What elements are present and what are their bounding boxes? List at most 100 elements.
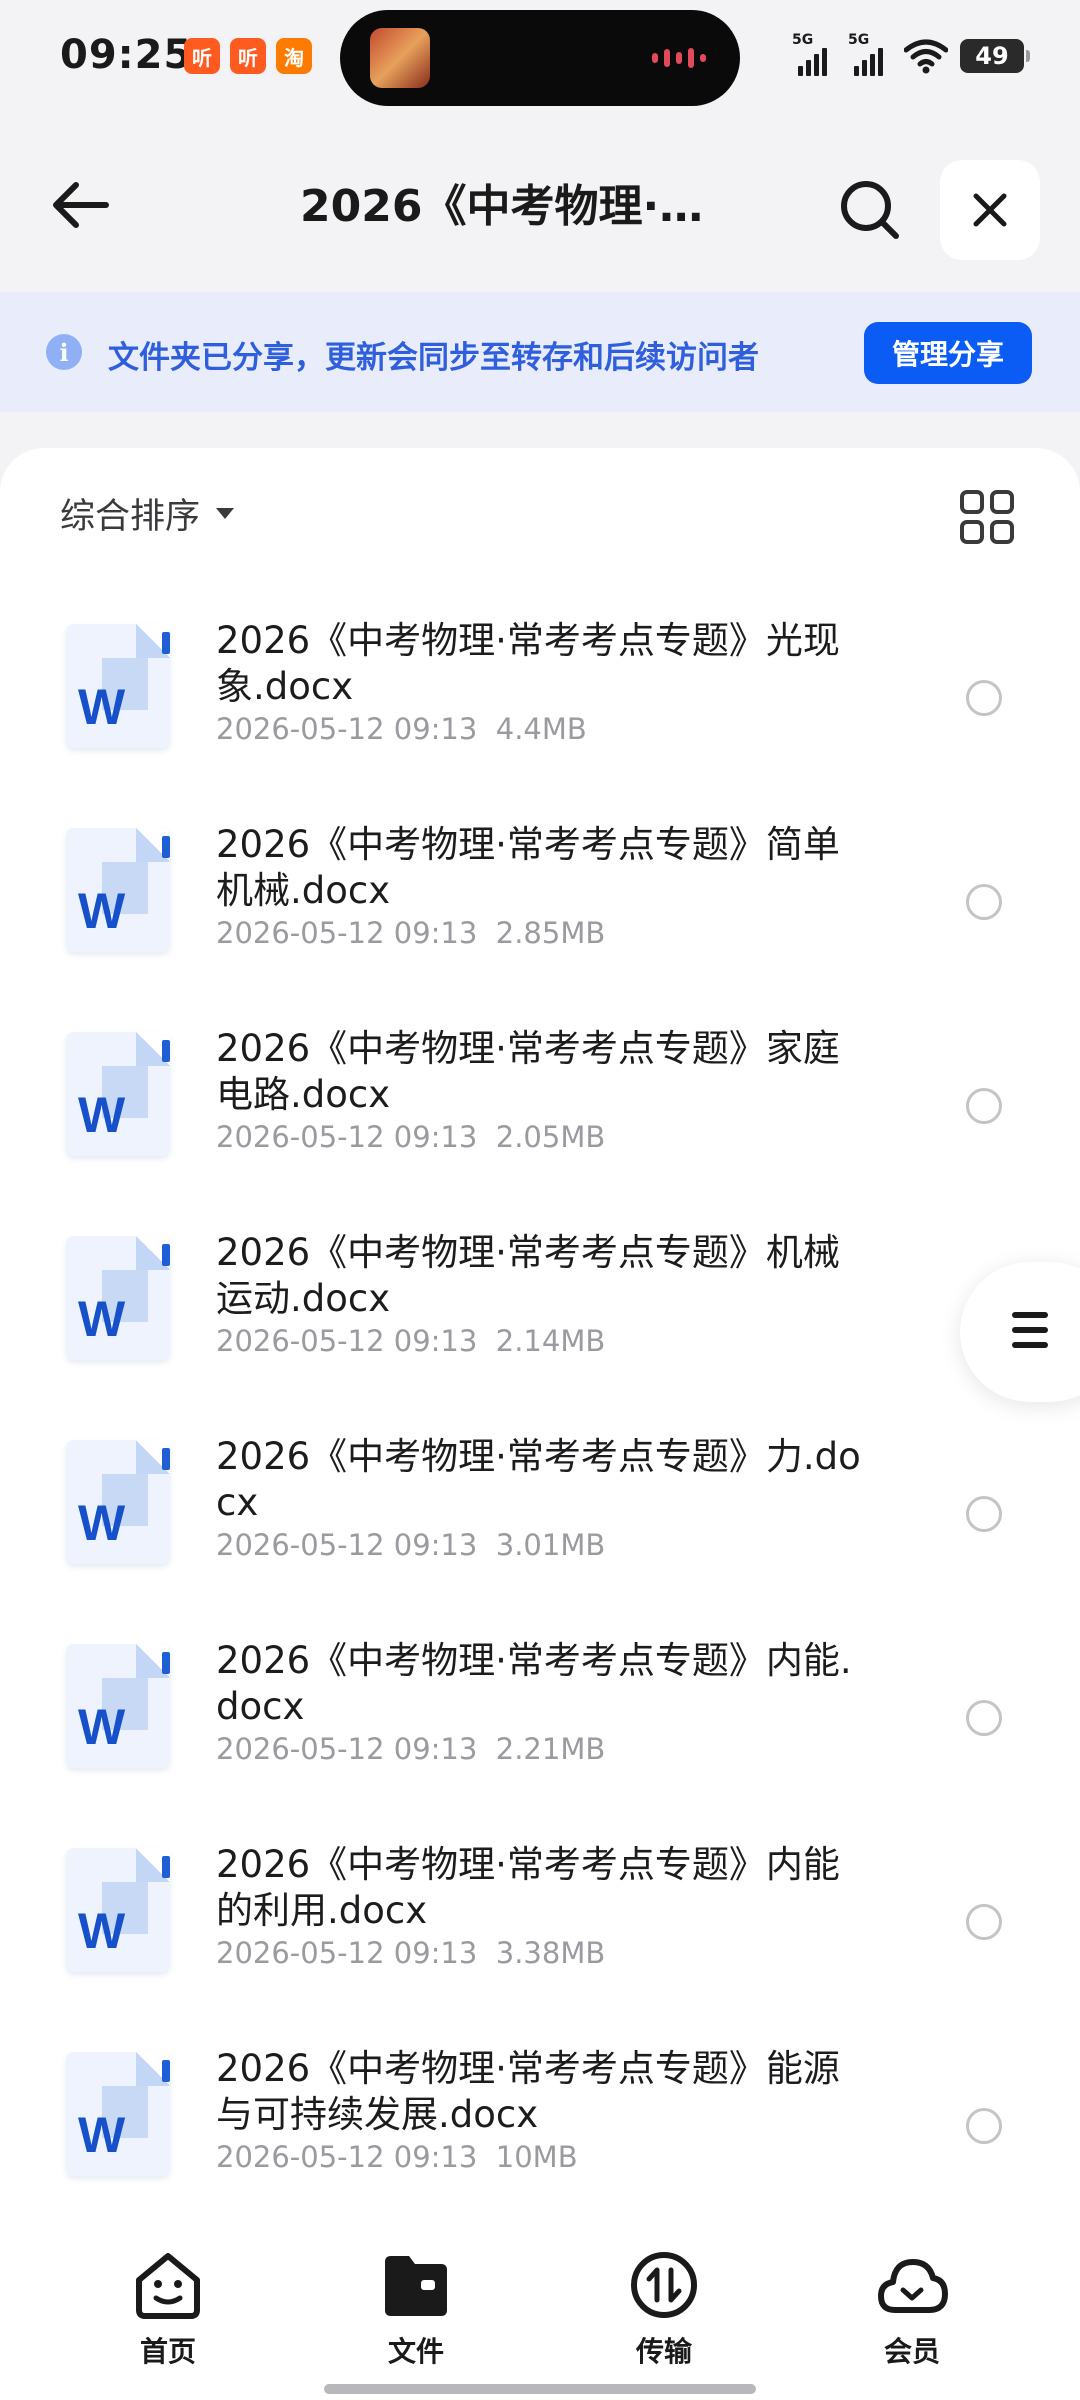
media-thumbnail — [370, 28, 430, 88]
file-meta: 2026-05-12 09:13 2.85MB — [216, 916, 605, 950]
file-row[interactable]: W 2026《中考物理·常考考点专题》内能.docx 2026-05-12 09:1… — [0, 1618, 1080, 1822]
file-date: 2026-05-12 09:13 — [216, 1120, 478, 1154]
file-row[interactable]: W 2026《中考物理·常考考点专题》力.docx 2026-05-12 09:13… — [0, 1414, 1080, 1618]
search-icon — [841, 181, 899, 239]
file-meta: 2026-05-12 09:13 3.38MB — [216, 1936, 605, 1970]
file-row[interactable]: W 2026《中考物理·常考考点专题》机械运动.docx 2026-05-12 09… — [0, 1210, 1080, 1414]
menu-lines-icon — [1012, 1312, 1048, 1357]
tingting-app-icon: 听 — [184, 38, 220, 74]
file-row[interactable]: W 2026《中考物理·常考考点专题》家庭电路.docx 2026-05-12 09… — [0, 1006, 1080, 1210]
home-smile-icon — [136, 2253, 200, 2319]
file-date: 2026-05-12 09:13 — [216, 2140, 478, 2174]
file-size: 10MB — [495, 2140, 578, 2174]
caret-down-icon — [216, 508, 235, 519]
nav-label: 传输 — [635, 2335, 692, 2368]
close-button[interactable] — [940, 160, 1040, 260]
grid-view-button[interactable] — [960, 490, 1016, 546]
bottom-nav: 首页 文件 传输 会员 — [0, 2188, 1080, 2400]
file-row[interactable]: W 2026《中考物理·常考考点专题》内能的利用.docx 2026-05-12 0… — [0, 1822, 1080, 2026]
transfer-icon — [631, 2252, 697, 2318]
select-checkbox[interactable] — [966, 680, 1002, 716]
file-date: 2026-05-12 09:13 — [216, 1324, 478, 1358]
word-doc-icon: W — [66, 1032, 170, 1156]
file-name: 2026《中考物理·常考考点专题》家庭电路.docx — [216, 1027, 840, 1116]
nav-item-vip[interactable]: 会员 — [842, 2248, 982, 2370]
select-checkbox[interactable] — [966, 2108, 1002, 2144]
file-size: 3.01MB — [495, 1528, 606, 1562]
back-button[interactable] — [40, 165, 120, 245]
select-checkbox[interactable] — [966, 1904, 1002, 1940]
file-name: 2026《中考物理·常考考点专题》光现象.docx — [216, 619, 840, 708]
file-name: 2026《中考物理·常考考点专题》能源与可持续发展.docx — [216, 2047, 840, 2136]
file-date: 2026-05-12 09:13 — [216, 916, 478, 950]
nav-label: 文件 — [387, 2335, 444, 2368]
file-row[interactable]: W 2026《中考物理·常考考点专题》光现象.docx 2026-05-12 09:… — [0, 598, 1080, 802]
file-size: 2.14MB — [495, 1324, 606, 1358]
file-date: 2026-05-12 09:13 — [216, 1528, 478, 1562]
taobao-app-icon: 淘 — [276, 38, 312, 74]
select-checkbox[interactable] — [966, 1700, 1002, 1736]
wifi-icon — [904, 39, 948, 74]
file-date: 2026-05-12 09:13 — [216, 712, 478, 746]
header: 2026《中考物理·… — [0, 140, 1080, 270]
file-size: 2.85MB — [495, 916, 606, 950]
home-indicator[interactable] — [324, 2384, 756, 2394]
audio-wave-icon — [652, 48, 706, 68]
status-time: 09:25 — [60, 32, 193, 78]
nav-item-home[interactable]: 首页 — [98, 2248, 238, 2370]
file-size: 3.38MB — [495, 1936, 606, 1970]
folder-icon — [385, 2256, 447, 2316]
file-size: 2.21MB — [495, 1732, 606, 1766]
word-doc-icon: W — [66, 1644, 170, 1768]
close-icon — [973, 193, 1007, 227]
file-meta: 2026-05-12 09:13 3.01MB — [216, 1528, 605, 1562]
file-name: 2026《中考物理·常考考点专题》力.docx — [216, 1435, 861, 1524]
notification-icons: 听 听 淘 — [184, 38, 312, 74]
file-row[interactable]: W 2026《中考物理·常考考点专题》简单机械.docx 2026-05-12 09… — [0, 802, 1080, 1006]
select-checkbox[interactable] — [966, 1496, 1002, 1532]
file-name: 2026《中考物理·常考考点专题》简单机械.docx — [216, 823, 840, 912]
word-doc-icon: W — [66, 624, 170, 748]
page-title: 2026《中考物理·… — [300, 181, 704, 232]
status-bar: 09:25 听 听 淘 5G 5G 49 — [0, 0, 1080, 120]
sort-dropdown[interactable]: 综合排序 — [60, 488, 235, 539]
nav-item-files[interactable]: 文件 — [346, 2248, 486, 2370]
signal-icon: 5G — [848, 32, 892, 76]
grid-view-icon — [960, 490, 984, 514]
file-meta: 2026-05-12 09:13 4.4MB — [216, 712, 587, 746]
word-doc-icon: W — [66, 828, 170, 952]
back-arrow-icon — [53, 182, 109, 228]
share-notice-text: 文件夹已分享，更新会同步至转存和后续访问者 — [108, 340, 759, 376]
system-icons: 5G 5G 49 — [792, 32, 1030, 76]
manage-share-button[interactable]: 管理分享 — [864, 322, 1032, 384]
search-button[interactable] — [830, 170, 910, 250]
file-meta: 2026-05-12 09:13 10MB — [216, 2140, 578, 2174]
signal-icon: 5G — [792, 32, 836, 76]
word-doc-icon: W — [66, 1848, 170, 1972]
share-banner: i 文件夹已分享，更新会同步至转存和后续访问者 管理分享 — [0, 292, 1080, 412]
file-size: 2.05MB — [495, 1120, 606, 1154]
word-doc-icon: W — [66, 1440, 170, 1564]
sort-label: 综合排序 — [60, 497, 201, 537]
file-list: W 2026《中考物理·常考考点专题》光现象.docx 2026-05-12 09:… — [0, 598, 1080, 2230]
select-checkbox[interactable] — [966, 1088, 1002, 1124]
dynamic-island[interactable] — [340, 10, 740, 106]
nav-label: 会员 — [883, 2335, 940, 2368]
tingting-app-icon: 听 — [230, 38, 266, 74]
word-doc-icon: W — [66, 2052, 170, 2176]
file-name: 2026《中考物理·常考考点专题》内能的利用.docx — [216, 1843, 840, 1932]
file-name: 2026《中考物理·常考考点专题》内能.docx — [216, 1639, 852, 1728]
file-meta: 2026-05-12 09:13 2.05MB — [216, 1120, 605, 1154]
select-checkbox[interactable] — [966, 884, 1002, 920]
cloud-icon — [878, 2259, 948, 2313]
file-panel: 综合排序 W 2026《中考物理·常考考点专题》光现象.docx 2026-05-1… — [0, 448, 1080, 2188]
file-size: 4.4MB — [495, 712, 587, 746]
file-date: 2026-05-12 09:13 — [216, 1732, 478, 1766]
file-meta: 2026-05-12 09:13 2.14MB — [216, 1324, 605, 1358]
file-meta: 2026-05-12 09:13 2.21MB — [216, 1732, 605, 1766]
battery-icon: 49 — [960, 39, 1030, 73]
file-date: 2026-05-12 09:13 — [216, 1936, 478, 1970]
nav-label: 首页 — [139, 2335, 196, 2368]
nav-item-transfer[interactable]: 传输 — [594, 2248, 734, 2370]
word-doc-icon: W — [66, 1236, 170, 1360]
